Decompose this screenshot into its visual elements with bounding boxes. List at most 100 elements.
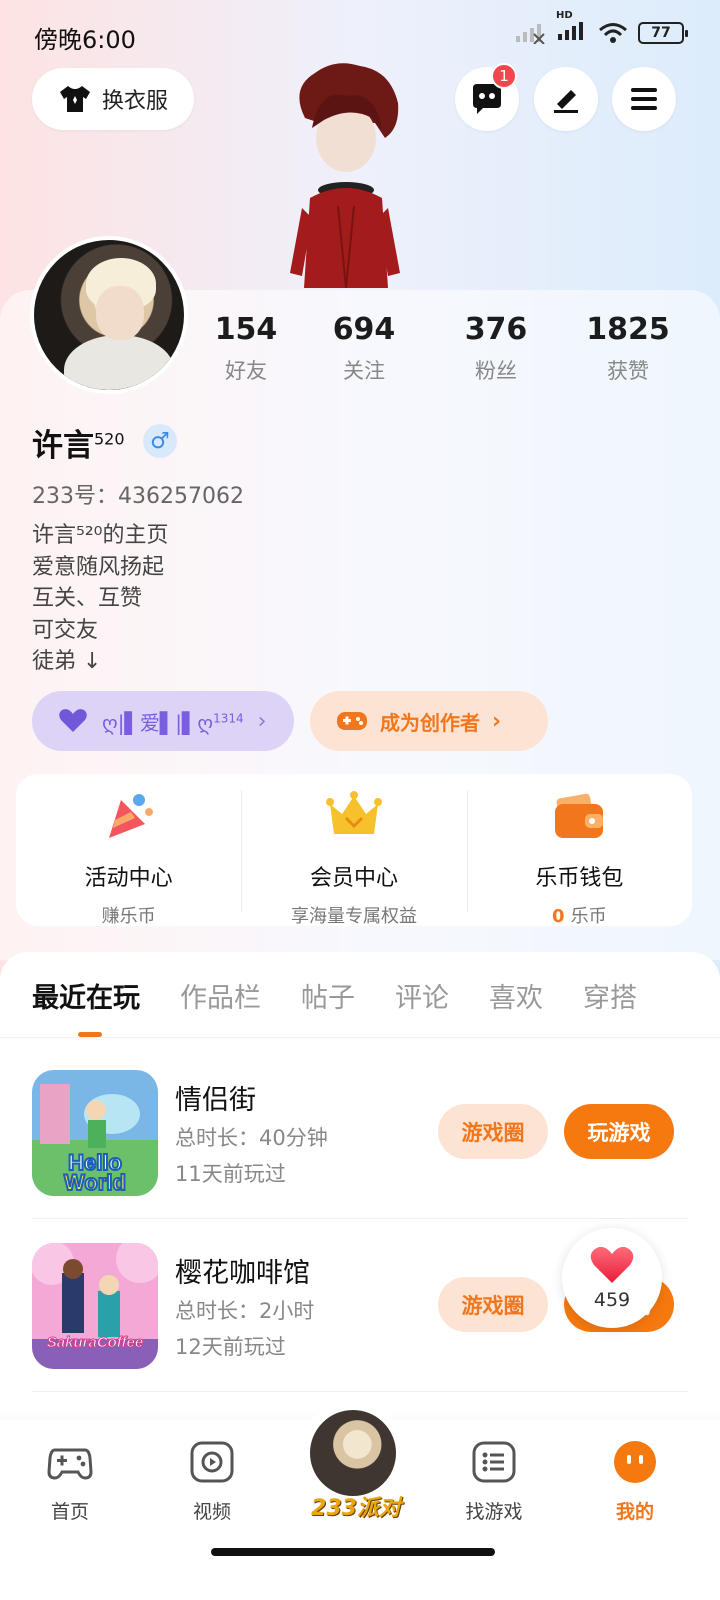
bio-line: 可交友 (32, 617, 99, 643)
stat-fans[interactable]: 376 粉丝 (426, 312, 566, 385)
tab-recently-played[interactable]: 最近在玩 (32, 976, 140, 1015)
stat-label: 粉丝 (475, 359, 517, 383)
game-title: 情侣街 (175, 1085, 256, 1116)
bio-line: 爱意随风扬起 (32, 554, 165, 580)
tshirt-icon (59, 86, 90, 112)
chevron-right-icon: › (257, 708, 267, 734)
nav-party-avatar[interactable] (306, 1406, 400, 1500)
change-outfit-button[interactable]: 换衣服 (32, 68, 194, 130)
menu-icon (631, 88, 657, 110)
face-icon (614, 1441, 656, 1483)
stat-following[interactable]: 694 关注 (302, 312, 426, 385)
crown-icon (325, 791, 382, 834)
service-title: 乐币钱包 (535, 866, 624, 891)
avatar-character[interactable] (280, 58, 410, 288)
change-outfit-label: 换衣服 (101, 89, 168, 114)
game-circle-button[interactable]: 游戏圈 (438, 1104, 548, 1159)
chevron-right-icon: › (492, 708, 502, 734)
vip-center-button[interactable]: 会员中心 享海量专属权益 (241, 774, 466, 927)
party-popper-icon (108, 794, 153, 838)
love-tag-superscript: 1314 (213, 710, 244, 725)
profile-avatar[interactable] (30, 236, 188, 394)
game-last-played: 12天前玩过 (175, 1335, 286, 1359)
nav-label: 找游戏 (465, 1501, 523, 1523)
stat-label: 获赞 (607, 359, 649, 383)
coin-unit: 乐币 (570, 906, 607, 927)
tab-works[interactable]: 作品栏 (180, 976, 261, 1015)
floating-like-button[interactable]: 459 (562, 1228, 662, 1328)
bio-line: 互关、互赞 (32, 586, 143, 611)
love-tag-text: ღ|▌爱▌|▌ღ1314 (102, 707, 244, 736)
service-title: 活动中心 (84, 866, 173, 891)
signal-icon: HD (556, 10, 588, 46)
video-play-icon (190, 1441, 234, 1483)
username: 许言520 (32, 420, 125, 465)
stat-number: 694 (332, 312, 396, 347)
service-subtitle: 0 乐币 (467, 902, 692, 928)
user-id[interactable]: 233号：436257062 (32, 478, 244, 510)
signal-off-icon (516, 24, 545, 44)
game-title: 樱花咖啡馆 (175, 1258, 310, 1289)
battery-level: 77 (651, 25, 671, 41)
gamepad-icon (47, 1448, 93, 1480)
coin-wallet-button[interactable]: 乐币钱包 0 乐币 (466, 774, 692, 928)
nav-find-games[interactable]: 找游戏 (444, 1440, 544, 1524)
activity-center-button[interactable]: 活动中心 赚乐币 (16, 774, 241, 927)
profile-stats: 154 好友 694 关注 376 粉丝 1825 获赞 (190, 312, 690, 385)
coin-balance: 0 (552, 906, 565, 927)
stat-friends[interactable]: 154 好友 (190, 312, 302, 385)
love-tag-pill[interactable]: ღ|▌爱▌|▌ღ1314 › (32, 691, 294, 751)
edit-icon (554, 90, 578, 113)
tab-posts[interactable]: 帖子 (301, 976, 355, 1015)
tab-outfits[interactable]: 穿搭 (583, 976, 637, 1015)
username-text: 许言 (32, 428, 94, 464)
nav-mine[interactable]: 我的 (585, 1440, 685, 1524)
edit-profile-button[interactable] (534, 67, 598, 131)
stat-number: 154 (214, 312, 278, 347)
tab-comments[interactable]: 评论 (395, 976, 449, 1015)
become-creator-button[interactable]: 成为创作者 › (310, 691, 548, 751)
game-last-played: 11天前玩过 (175, 1162, 286, 1186)
home-indicator[interactable] (211, 1548, 495, 1556)
nav-video[interactable]: 视频 (162, 1440, 262, 1524)
become-creator-label: 成为创作者 (380, 710, 480, 735)
menu-button[interactable] (612, 67, 676, 131)
game-thumbnail[interactable]: SakuraCoffee (32, 1243, 158, 1369)
wallet-icon (555, 793, 604, 838)
battery-icon: 77 (638, 22, 688, 44)
status-icons: HD 77 (514, 10, 688, 46)
like-count: 459 (593, 1289, 631, 1311)
nav-party-label[interactable]: 233派对 (306, 1490, 406, 1522)
hd-label: HD (556, 10, 573, 21)
bio: 许言⁵²⁰的主页 爱意随风扬起 互关、互赞 可交友 徒弟 ↓ (32, 520, 168, 678)
tab-likes[interactable]: 喜欢 (489, 976, 543, 1015)
male-gender-icon: ♂ (143, 424, 177, 458)
wifi-icon (599, 23, 627, 43)
thumbnail-logo-sakura: SakuraCoffee (47, 1334, 143, 1351)
divider (32, 1218, 688, 1219)
nav-label: 我的 (615, 1501, 654, 1523)
messages-button[interactable]: 1 (455, 63, 519, 131)
service-subtitle: 赚乐币 (101, 906, 156, 927)
stat-label: 好友 (225, 359, 267, 383)
divider (0, 1037, 720, 1038)
status-bar: 傍晚6:00 HD 77 (0, 0, 720, 66)
nav-home[interactable]: 首页 (20, 1440, 120, 1524)
game-thumbnail[interactable]: Hello World (32, 1070, 158, 1196)
service-subtitle: 享海量专属权益 (290, 906, 417, 927)
nav-label: 首页 (50, 1501, 89, 1523)
heart-icon (59, 709, 87, 732)
game-thumbnail-art: SakuraCoffee (32, 1243, 158, 1369)
game-circle-button[interactable]: 游戏圈 (438, 1277, 548, 1332)
bio-line: 许言⁵²⁰的主页 (32, 523, 169, 548)
love-tag-main: ღ|▌爱▌|▌ღ (102, 710, 214, 735)
profile-tabs: 最近在玩 作品栏 帖子 评论 喜欢 穿搭 (32, 976, 700, 1015)
stat-number: 1825 (586, 312, 670, 347)
status-time: 傍晚6:00 (34, 26, 136, 54)
game-thumbnail-art: Hello World (32, 1070, 158, 1196)
play-game-button[interactable]: 玩游戏 (564, 1104, 674, 1159)
stat-likes[interactable]: 1825 获赞 (566, 312, 690, 385)
list-icon (472, 1441, 516, 1483)
services-card: 活动中心 赚乐币 会员中心 享海量专属权益 乐币钱包 0 乐币 (16, 774, 692, 928)
game-row[interactable]: Hello World 情侣街 总时长：40分钟 11天前玩过 游戏圈 玩游戏 (32, 1070, 688, 1196)
